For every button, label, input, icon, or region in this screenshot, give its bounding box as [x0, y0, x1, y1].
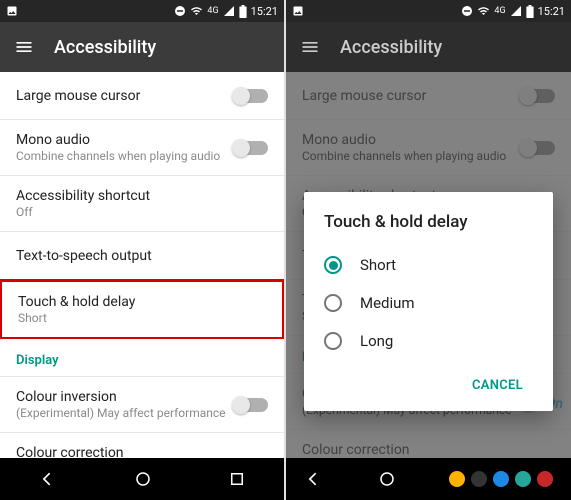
radio-icon: [324, 332, 342, 350]
label: Large mouse cursor: [16, 88, 140, 104]
cancel-button[interactable]: CANCEL: [462, 370, 533, 401]
label: Colour inversion: [16, 389, 226, 405]
home-button[interactable]: [134, 470, 152, 488]
label: Colour correction: [16, 445, 124, 458]
battery-icon: [239, 5, 247, 18]
dialog-actions: CANCEL: [324, 370, 533, 401]
settings-list: Large mouse cursor Mono audio Combine ch…: [0, 72, 284, 458]
radio-label: Short: [360, 256, 396, 274]
recent-button[interactable]: [228, 470, 246, 488]
dot-1[interactable]: [449, 471, 465, 487]
dot-3[interactable]: [493, 471, 509, 487]
row-accessibility-shortcut[interactable]: Accessibility shortcut Off: [0, 176, 284, 232]
clock: 15:21: [538, 5, 565, 18]
sublabel: Combine channels when playing audio: [16, 149, 220, 163]
clock: 15:21: [251, 5, 278, 18]
switch-large-mouse[interactable]: [234, 89, 268, 103]
sublabel: Off: [16, 205, 150, 219]
switch-colour-inversion[interactable]: [234, 398, 268, 412]
dot-5[interactable]: [537, 471, 553, 487]
signal-icon: [223, 5, 235, 17]
nav-bar: [0, 458, 284, 500]
radio-label: Long: [360, 332, 393, 350]
back-button[interactable]: [38, 469, 58, 489]
signal-icon: [510, 5, 522, 17]
nav-bar: [286, 458, 571, 500]
app-bar: Accessibility: [0, 22, 284, 72]
radio-option-long[interactable]: Long: [324, 322, 533, 360]
picture-icon: [6, 5, 18, 17]
battery-icon: [526, 5, 534, 18]
page-title: Accessibility: [340, 37, 442, 58]
menu-icon[interactable]: [14, 37, 34, 57]
network-label: 4G: [494, 6, 505, 16]
home-button[interactable]: [378, 470, 396, 488]
menu-icon[interactable]: [300, 37, 320, 57]
dot-4[interactable]: [515, 471, 531, 487]
row-mono-audio[interactable]: Mono audio Combine channels when playing…: [0, 120, 284, 176]
radio-option-medium[interactable]: Medium: [324, 284, 533, 322]
app-bar: Accessibility: [286, 22, 571, 72]
row-touch-hold-delay[interactable]: Touch & hold delay Short: [0, 279, 284, 340]
label: Text-to-speech output: [16, 248, 152, 264]
wifi-icon: [190, 5, 203, 17]
color-palette: [449, 471, 553, 487]
switch-mono-audio[interactable]: [234, 141, 268, 155]
label: Mono audio: [16, 132, 220, 148]
row-large-mouse-cursor[interactable]: Large mouse cursor: [0, 72, 284, 120]
back-button[interactable]: [304, 469, 324, 489]
sublabel: Short: [18, 311, 135, 325]
dialog-title: Touch & hold delay: [324, 212, 533, 232]
network-label: 4G: [207, 6, 218, 16]
radio-icon: [324, 256, 342, 274]
wifi-icon: [477, 5, 490, 17]
status-bar: 4G 15:21: [0, 0, 284, 22]
radio-option-short[interactable]: Short: [324, 246, 533, 284]
label: Accessibility shortcut: [16, 188, 150, 204]
dot-2[interactable]: [471, 471, 487, 487]
page-title: Accessibility: [54, 37, 156, 58]
touch-hold-dialog: Touch & hold delay Short Medium Long CAN…: [304, 192, 553, 411]
dnd-icon: [174, 5, 186, 17]
section-display: Display: [0, 339, 284, 377]
picture-icon: [292, 5, 304, 17]
radio-label: Medium: [360, 294, 415, 312]
row-colour-inversion[interactable]: Colour inversion (Experimental) May affe…: [0, 377, 284, 433]
status-bar: 4G 15:21: [286, 0, 571, 22]
label: Touch & hold delay: [18, 294, 135, 310]
row-colour-correction[interactable]: Colour correction Off: [0, 433, 284, 458]
phone-left: 4G 15:21 Accessibility Large mouse curso…: [0, 0, 284, 500]
dnd-icon: [461, 5, 473, 17]
sublabel: (Experimental) May affect performance: [16, 406, 226, 420]
phone-right: 4G 15:21 Accessibility Large mouse curso…: [286, 0, 571, 500]
radio-icon: [324, 294, 342, 312]
settings-list: Large mouse cursor Mono audio Combine ch…: [286, 72, 571, 458]
row-text-to-speech[interactable]: Text-to-speech output: [0, 232, 284, 280]
